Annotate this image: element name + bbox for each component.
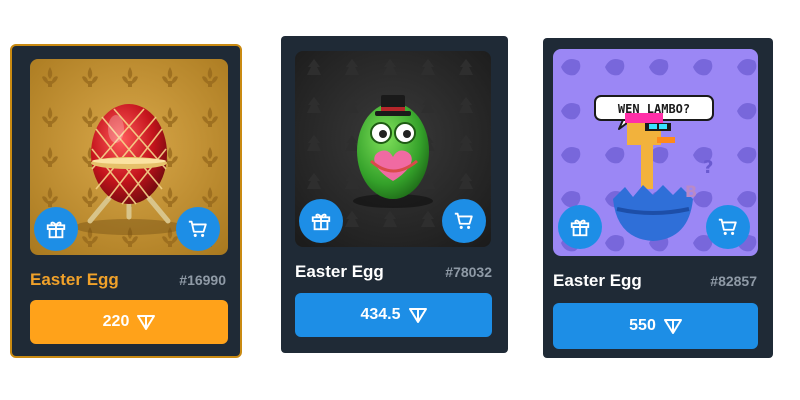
cart-button[interactable] xyxy=(442,199,486,243)
price-value: 434.5 xyxy=(360,306,401,323)
cart-icon xyxy=(718,218,737,235)
nft-card[interactable]: Easter Egg #16990 220 xyxy=(10,44,242,358)
ton-icon xyxy=(408,308,427,323)
gift-button[interactable] xyxy=(299,199,343,243)
gift-button[interactable] xyxy=(558,205,602,249)
gift-icon xyxy=(311,213,331,231)
buy-price-button[interactable]: 550 xyxy=(553,303,758,349)
buy-price-button[interactable]: 220 xyxy=(30,300,228,344)
item-number: #78032 xyxy=(445,264,492,280)
svg-text:?: ? xyxy=(703,157,713,178)
item-name: Easter Egg xyxy=(295,262,384,281)
gift-icon xyxy=(46,221,66,239)
buy-price-button[interactable]: 434.5 xyxy=(295,293,492,337)
price-value: 220 xyxy=(102,313,130,330)
gift-icon xyxy=(570,219,590,237)
gift-button[interactable] xyxy=(34,207,78,251)
cart-icon xyxy=(454,212,473,229)
ton-icon xyxy=(137,315,156,330)
ton-icon xyxy=(663,319,682,334)
cart-button[interactable] xyxy=(176,207,220,251)
item-number: #16990 xyxy=(179,272,226,288)
nft-card[interactable]: WEN LAMBO? ? B Easter Egg #82857 550 xyxy=(543,38,773,358)
item-number: #82857 xyxy=(710,273,757,289)
svg-text:B: B xyxy=(685,182,697,201)
cart-icon xyxy=(188,220,207,237)
nft-card[interactable]: Easter Egg #78032 434.5 xyxy=(281,36,508,353)
price-value: 550 xyxy=(629,317,656,334)
cart-button[interactable] xyxy=(706,205,750,249)
item-name: Easter Egg xyxy=(553,271,642,290)
item-name: Easter Egg xyxy=(30,270,119,289)
